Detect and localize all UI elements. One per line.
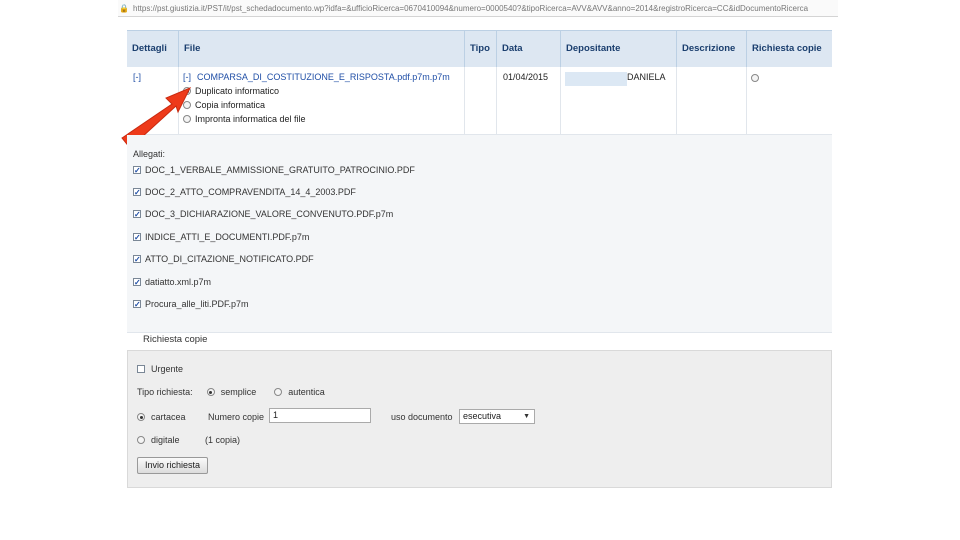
cartacea-label: cartacea xyxy=(151,412,186,422)
urgente-checkbox[interactable] xyxy=(137,365,145,373)
list-item[interactable]: ✓ Procura_alle_liti.PDF.p7m xyxy=(133,299,249,309)
attachment-name: DOC_1_VERBALE_AMMISSIONE_GRATUITO_PATROC… xyxy=(145,165,415,175)
header-dettagli: Dettagli xyxy=(132,43,167,54)
digitale-option[interactable]: digitale xyxy=(137,435,180,445)
table-header: Dettagli File Tipo Data Depositante Desc… xyxy=(127,30,832,68)
header-richiesta-copie: Richiesta copie xyxy=(746,31,832,67)
list-item[interactable]: ✓ DOC_2_ATTO_COMPRAVENDITA_14_4_2003.PDF xyxy=(133,187,356,197)
richiesta-copie-legend: Richiesta copie xyxy=(143,334,208,345)
digitale-note: (1 copia) xyxy=(205,435,241,445)
impronta-label: Impronta informatica del file xyxy=(195,114,306,124)
list-item[interactable]: ✓ DOC_1_VERBALE_AMMISSIONE_GRATUITO_PATR… xyxy=(133,165,415,175)
richiesta-copie-radio[interactable] xyxy=(751,74,759,82)
autentica-label: autentica xyxy=(288,387,325,397)
table-row: [-] [-] COMPARSA_DI_COSTITUZIONE_E_RISPO… xyxy=(127,67,832,135)
attachment-checkbox[interactable]: ✓ xyxy=(133,210,141,219)
header-depositante: Depositante xyxy=(560,31,676,67)
attachment-checkbox[interactable]: ✓ xyxy=(133,300,141,309)
header-file: File xyxy=(178,31,464,67)
attachment-name: ATTO_DI_CITAZIONE_NOTIFICATO.PDF xyxy=(145,254,314,264)
attachment-checkbox[interactable]: ✓ xyxy=(133,255,141,264)
semplice-label: semplice xyxy=(220,387,257,397)
attachment-checkbox[interactable]: ✓ xyxy=(133,188,141,197)
list-item[interactable]: ✓ datiatto.xml.p7m xyxy=(133,277,211,287)
invio-richiesta-button[interactable]: Invio richiesta xyxy=(137,457,208,474)
urgente-option[interactable]: Urgente xyxy=(137,364,183,374)
attachment-name: datiatto.xml.p7m xyxy=(145,277,212,287)
cartacea-radio[interactable] xyxy=(137,413,145,421)
list-item[interactable]: ✓ INDICE_ATTI_E_DOCUMENTI.PDF.p7m xyxy=(133,232,309,242)
cartacea-option[interactable]: cartacea xyxy=(137,412,186,422)
uso-documento-label: uso documento xyxy=(391,412,453,422)
attachment-checkbox[interactable]: ✓ xyxy=(133,166,141,175)
lock-icon: 🔒 xyxy=(119,3,129,13)
file-toggle[interactable]: [-] xyxy=(183,72,191,82)
header-tipo: Tipo xyxy=(464,31,496,67)
tipo-richiesta-label: Tipo richiesta: xyxy=(137,387,193,397)
redacted-name xyxy=(565,72,627,86)
urgente-label: Urgente xyxy=(151,364,184,374)
duplicato-label: Duplicato informatico xyxy=(195,86,280,96)
data-value: 01/04/2015 xyxy=(503,72,549,82)
digitale-label: digitale xyxy=(151,435,180,445)
url-text: https://pst.giustizia.it/PST/it/pst_sche… xyxy=(133,3,809,13)
header-data: Data xyxy=(496,31,560,67)
copia-label: Copia informatica xyxy=(195,100,266,110)
dettagli-toggle[interactable]: [-] xyxy=(133,72,141,82)
attachment-name: Procura_alle_liti.PDF.p7m xyxy=(145,299,249,309)
richiesta-copie-form: Urgente Tipo richiesta: semplice autenti… xyxy=(127,350,832,488)
tipo-richiesta-row: Tipo richiesta: semplice autentica xyxy=(137,387,325,397)
attachment-checkbox[interactable]: ✓ xyxy=(133,278,141,287)
allegati-title: Allegati: xyxy=(133,149,166,159)
header-descrizione: Descrizione xyxy=(676,31,746,67)
uso-documento-select[interactable]: esecutiva ▼ xyxy=(459,409,535,424)
attachment-name: DOC_3_DICHIARAZIONE_VALORE_CONVENUTO.PDF… xyxy=(145,209,394,219)
allegati-section: Allegati: ✓ DOC_1_VERBALE_AMMISSIONE_GRA… xyxy=(127,135,832,333)
numero-copie-label: Numero copie xyxy=(208,412,265,422)
browser-address-bar[interactable]: 🔒 https://pst.giustizia.it/PST/it/pst_sc… xyxy=(118,0,838,17)
file-link[interactable]: COMPARSA_DI_COSTITUZIONE_E_RISPOSTA.pdf.… xyxy=(197,72,450,82)
attachment-checkbox[interactable]: ✓ xyxy=(133,233,141,242)
option-impronta-informatica[interactable]: Impronta informatica del file xyxy=(183,114,306,124)
depositante-value: DANIELA xyxy=(627,72,666,82)
list-item[interactable]: ✓ ATTO_DI_CITAZIONE_NOTIFICATO.PDF xyxy=(133,254,314,264)
chevron-down-icon: ▼ xyxy=(523,413,530,420)
attachment-name: DOC_2_ATTO_COMPRAVENDITA_14_4_2003.PDF xyxy=(145,187,356,197)
numero-copie-input[interactable]: 1 xyxy=(269,408,371,423)
attachment-name: INDICE_ATTI_E_DOCUMENTI.PDF.p7m xyxy=(145,232,310,242)
list-item[interactable]: ✓ DOC_3_DICHIARAZIONE_VALORE_CONVENUTO.P… xyxy=(133,209,393,219)
semplice-radio[interactable] xyxy=(206,388,215,396)
autentica-radio[interactable] xyxy=(274,388,283,396)
digitale-radio[interactable] xyxy=(137,436,145,444)
uso-documento-value: esecutiva xyxy=(463,411,502,421)
